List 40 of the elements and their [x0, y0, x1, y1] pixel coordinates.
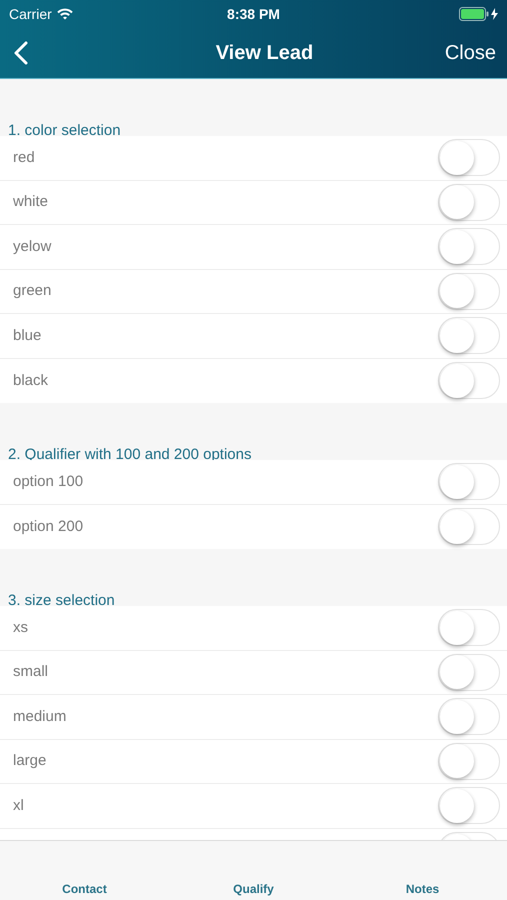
toggle-switch[interactable] [438, 139, 500, 176]
section-header: 2. Qualifier with 100 and 200 options [8, 446, 252, 464]
status-time: 8:38 PM [227, 4, 280, 24]
tab-button[interactable]: Contact [0, 880, 169, 898]
option-label: yelow [13, 236, 52, 256]
tab-button[interactable]: Notes [338, 880, 507, 898]
option-label: large [13, 751, 46, 771]
toggle-switch[interactable] [438, 228, 500, 266]
toggle-switch[interactable] [438, 609, 500, 646]
tab-button[interactable]: Qualify [169, 880, 338, 898]
option-label: green [13, 281, 52, 301]
option-label: option 200 [13, 516, 84, 536]
option-label: xs [13, 618, 28, 638]
option-label: small [13, 662, 48, 682]
battery-icon [458, 7, 489, 21]
toggle-switch[interactable] [438, 742, 500, 780]
option-label: red [13, 148, 35, 168]
close-button[interactable]: Close [444, 38, 496, 68]
section-header: 3. size selection [8, 592, 115, 610]
option-label: blue [13, 326, 42, 346]
toggle-switch[interactable] [438, 362, 500, 400]
option-label: medium [13, 706, 66, 726]
option-label: white [13, 192, 48, 212]
section-header: 1. color selection [8, 122, 121, 140]
toggle-switch[interactable] [438, 272, 500, 310]
carrier-label: Carrier [9, 4, 52, 24]
toggle-switch[interactable] [438, 787, 500, 824]
option-label: option 100 [13, 472, 84, 492]
wifi-icon [56, 8, 73, 20]
toggle-switch[interactable] [438, 508, 500, 546]
back-chevron-icon [14, 41, 28, 65]
option-label: black [13, 370, 48, 390]
toggle-switch[interactable] [438, 184, 500, 221]
toggle-switch[interactable] [438, 654, 500, 691]
option-label: xl [13, 796, 24, 816]
screen-title: View Lead [216, 41, 314, 66]
toggle-switch[interactable] [438, 317, 500, 354]
charging-icon [490, 8, 498, 20]
toggle-switch[interactable] [438, 463, 500, 500]
toggle-switch[interactable] [438, 698, 500, 736]
